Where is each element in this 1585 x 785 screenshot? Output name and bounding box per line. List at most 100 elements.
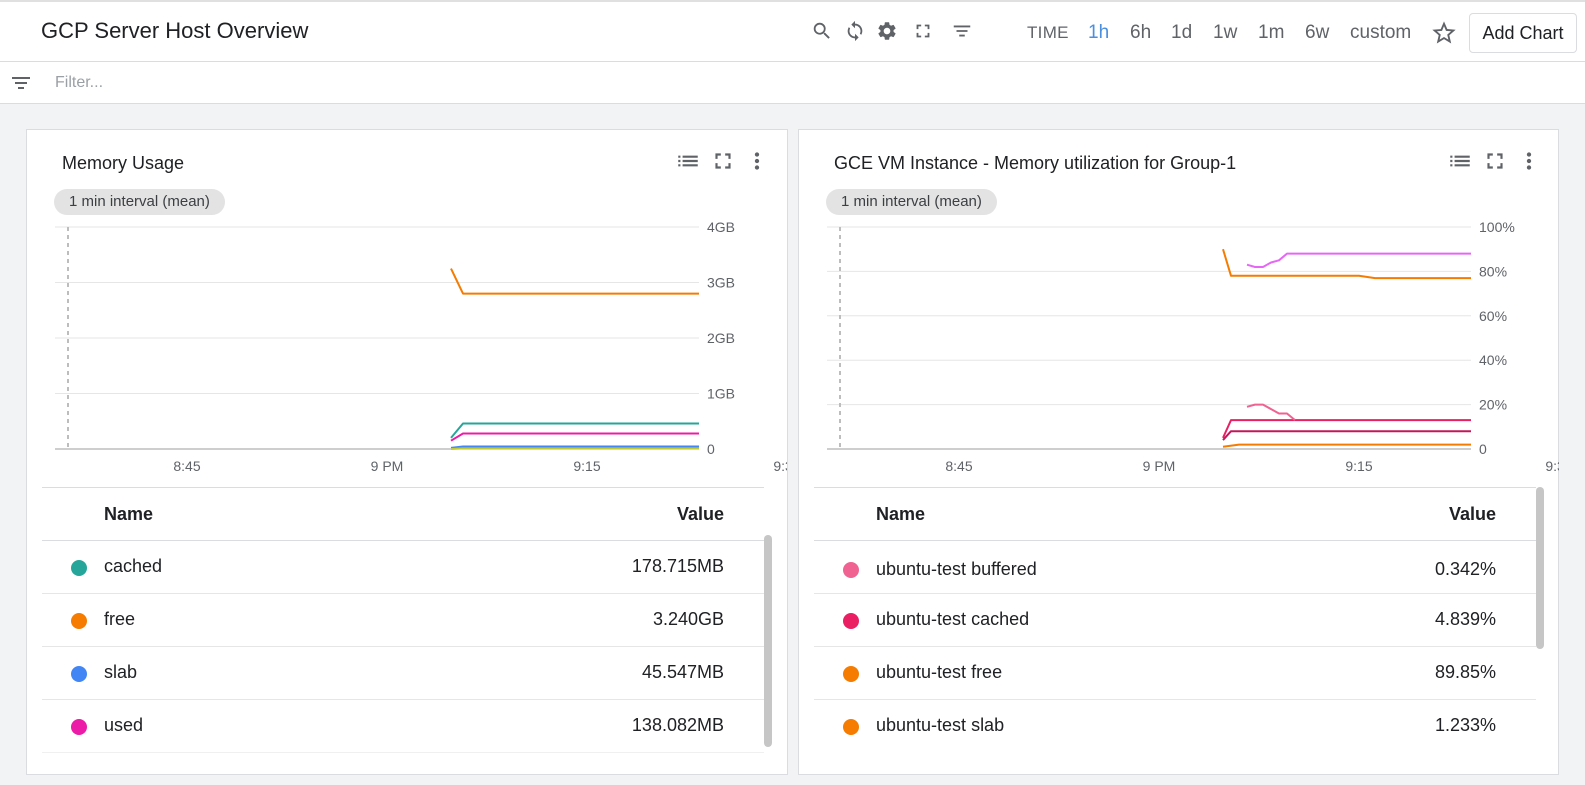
series-line-ubuntu-test-buffered — [1246, 403, 1296, 421]
series-color-dot — [71, 719, 87, 735]
legend-name-header[interactable]: Name — [876, 504, 925, 525]
time-option-1m[interactable]: 1m — [1258, 22, 1284, 44]
star-icon[interactable] — [1430, 19, 1458, 47]
legend-row[interactable]: slab 45.547MB — [42, 647, 764, 700]
legend-table: Name Value cached 178.715MB free 3.240GB… — [42, 487, 764, 753]
series-name: ubuntu-test buffered — [876, 559, 1037, 579]
series-line-buffers — [450, 447, 699, 450]
time-label: TIME — [1027, 23, 1069, 42]
y-tick-label: 80% — [1479, 263, 1507, 279]
interval-chip[interactable]: 1 min interval (mean) — [54, 189, 225, 215]
series-name: used — [104, 715, 144, 735]
x-tick-label: 9 PM — [371, 458, 404, 474]
legend-value-header[interactable]: Value — [677, 504, 724, 525]
interval-chip[interactable]: 1 min interval (mean) — [826, 189, 997, 215]
series-name: cached — [104, 556, 163, 576]
legend-row[interactable]: free 3.240GB — [42, 594, 764, 647]
x-tick-label: 8:45 — [173, 458, 200, 474]
time-option-6w[interactable]: 6w — [1305, 22, 1329, 44]
x-tick-label: 9:30 — [1545, 458, 1559, 474]
legend-scrollbar[interactable] — [1536, 487, 1544, 649]
legend-row[interactable]: ubuntu-test buffered 0.342% — [814, 541, 1536, 594]
legend-value-header[interactable]: Value — [1449, 504, 1496, 525]
time-option-custom[interactable]: custom — [1350, 22, 1411, 44]
y-tick-label: 0 — [707, 441, 715, 457]
fullscreen-icon[interactable] — [710, 148, 736, 174]
legend-row[interactable]: used 138.082MB — [42, 700, 764, 753]
series-value: 178.715MB — [631, 556, 724, 576]
legend-scrollbar[interactable] — [764, 535, 772, 747]
series-color-dot — [71, 560, 87, 576]
x-tick-label: 9:30 — [773, 458, 787, 474]
series-value: 3.240GB — [652, 609, 724, 629]
page-title: GCP Server Host Overview — [41, 18, 309, 43]
legend-toggle-icon[interactable] — [1447, 148, 1473, 174]
series-name: ubuntu-test cached — [876, 609, 1030, 629]
legend-row[interactable]: ubuntu-test slab 1.233% — [814, 700, 1536, 753]
memory-utilization-chart: 0 20% 40% 60% 80% 100% 8:45 9 PM 9:15 9:30 — [827, 219, 1559, 474]
series-color-dot — [71, 613, 87, 629]
gce-memory-utilization-card: GCE VM Instance - Memory utilization for… — [798, 129, 1559, 775]
legend-header: Name Value — [814, 487, 1536, 541]
time-option-6h[interactable]: 6h — [1130, 22, 1151, 44]
filter-input[interactable] — [55, 70, 655, 96]
y-tick-label: 20% — [1479, 397, 1507, 413]
series-line-ubuntu-test-buffer2 — [1222, 430, 1471, 441]
legend-name-header[interactable]: Name — [104, 504, 153, 525]
series-value: 89.85% — [1434, 662, 1496, 682]
series-line-ubuntu-test-cached — [1222, 419, 1471, 439]
more-vert-icon[interactable] — [1516, 148, 1542, 174]
card-title: GCE VM Instance - Memory utilization for… — [834, 153, 1237, 173]
x-tick-label: 9 PM — [1143, 458, 1176, 474]
y-tick-label: 60% — [1479, 308, 1507, 324]
add-chart-button[interactable]: Add Chart — [1469, 13, 1577, 53]
series-color-dot — [843, 719, 859, 735]
y-tick-label: 40% — [1479, 352, 1507, 368]
series-color-dot — [843, 562, 859, 578]
filter-list-icon[interactable] — [949, 18, 975, 44]
memory-usage-card: Memory Usage 1 min interval (mean) 0 1GB 2… — [26, 129, 788, 775]
series-value: 45.547MB — [641, 662, 724, 682]
series-color-dot — [843, 666, 859, 682]
legend-toggle-icon[interactable] — [675, 148, 701, 174]
series-color-dot — [71, 666, 87, 682]
search-icon[interactable] — [809, 18, 835, 44]
legend-row[interactable]: cached 178.715MB — [42, 541, 764, 594]
series-value: 0.342% — [1434, 559, 1496, 579]
x-tick-label: 9:15 — [573, 458, 600, 474]
series-value: 138.082MB — [631, 715, 724, 735]
fullscreen-icon[interactable] — [1482, 148, 1508, 174]
y-tick-label: 0 — [1479, 441, 1487, 457]
x-tick-label: 9:15 — [1345, 458, 1372, 474]
y-tick-label: 1GB — [707, 386, 735, 402]
y-tick-label: 4GB — [707, 219, 735, 235]
dashboard-header: GCP Server Host Overview TIME 1h 6h 1d 1… — [0, 0, 1585, 62]
series-line-ubuntu-test-used — [1246, 252, 1471, 268]
refresh-icon[interactable] — [842, 18, 868, 44]
series-name: slab — [104, 662, 138, 682]
fullscreen-icon[interactable] — [910, 18, 936, 44]
x-tick-label: 8:45 — [945, 458, 972, 474]
series-color-dot — [843, 613, 859, 629]
more-vert-icon[interactable] — [744, 148, 770, 174]
time-option-1w[interactable]: 1w — [1213, 22, 1237, 44]
series-name: free — [104, 609, 136, 629]
gear-icon[interactable] — [874, 18, 900, 44]
filter-icon[interactable] — [9, 71, 33, 95]
time-option-1d[interactable]: 1d — [1171, 22, 1192, 44]
legend-row[interactable]: ubuntu-test cached 4.839% — [814, 594, 1536, 647]
series-line-ubuntu-test-slab — [1222, 443, 1471, 448]
time-option-1h[interactable]: 1h — [1088, 22, 1109, 44]
series-line-cached — [450, 422, 699, 439]
series-value: 1.233% — [1434, 715, 1496, 735]
series-name: ubuntu-test slab — [876, 715, 1005, 735]
series-line-free — [450, 268, 699, 295]
memory-usage-chart: 0 1GB 2GB 3GB 4GB 8:45 9 PM 9:15 9:30 — [55, 219, 787, 474]
y-tick-label: 3GB — [707, 275, 735, 291]
series-value: 4.839% — [1434, 609, 1496, 629]
series-name: ubuntu-test free — [876, 662, 1003, 682]
legend-header: Name Value — [42, 487, 764, 541]
legend-row[interactable]: ubuntu-test free 89.85% — [814, 647, 1536, 700]
card-title: Memory Usage — [62, 153, 185, 173]
y-tick-label: 2GB — [707, 330, 735, 346]
